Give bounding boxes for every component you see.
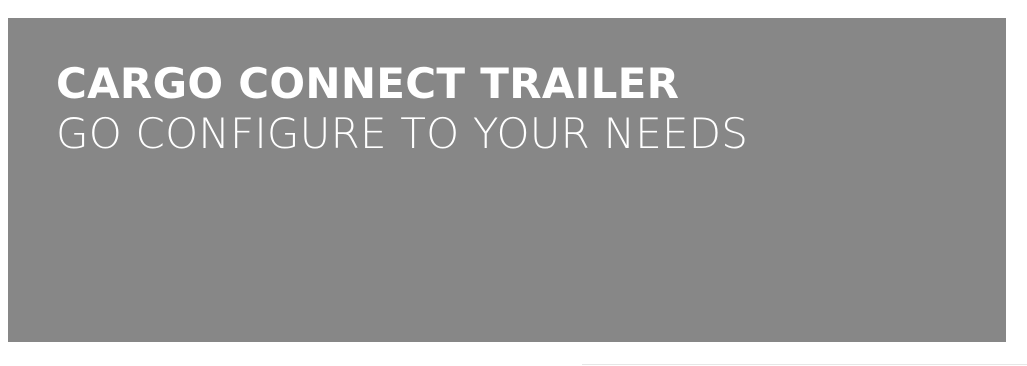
- bottom-divider: [582, 364, 1027, 365]
- hero-banner: CARGO CONNECT TRAILER GO CONFIGURE TO YO…: [8, 18, 1006, 342]
- hero-subtitle: GO CONFIGURE TO YOUR NEEDS: [56, 109, 749, 158]
- page: CARGO CONNECT TRAILER GO CONFIGURE TO YO…: [0, 0, 1027, 366]
- hero-text-block: CARGO CONNECT TRAILER GO CONFIGURE TO YO…: [56, 58, 966, 158]
- hero-title: CARGO CONNECT TRAILER: [56, 59, 680, 108]
